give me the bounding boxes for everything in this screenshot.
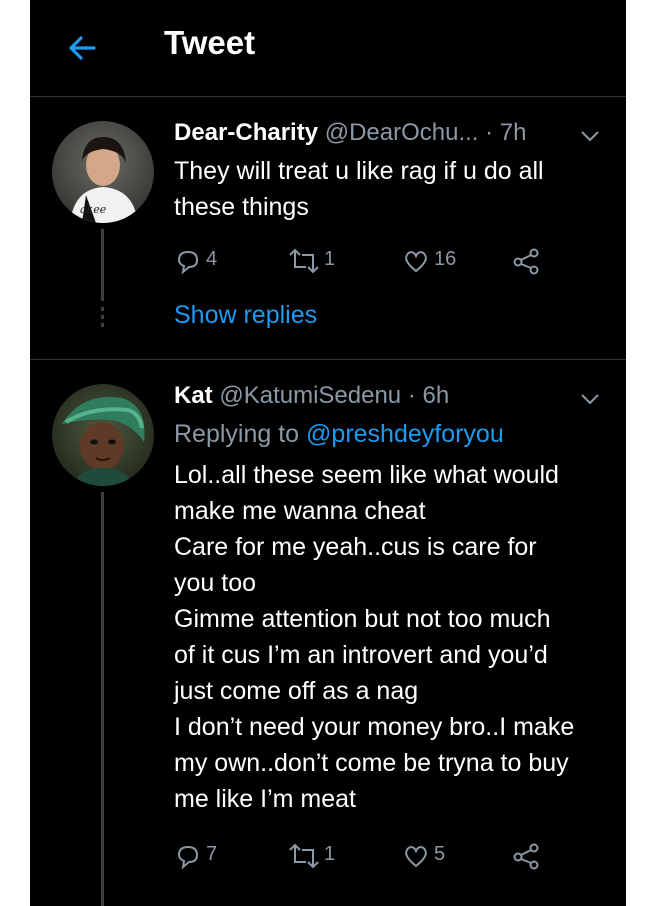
svg-text:akee: akee	[80, 203, 107, 216]
reply-button[interactable]: 4	[174, 245, 234, 275]
action-bar: 4 1 16	[174, 245, 594, 275]
share-button[interactable]	[512, 840, 546, 870]
retweet-icon	[289, 248, 319, 274]
tweet-line: just come off as a nag	[174, 677, 419, 705]
arrow-left-icon[interactable]	[64, 30, 100, 66]
display-name[interactable]: Dear-Charity	[174, 119, 318, 146]
like-button[interactable]: 5	[402, 840, 472, 870]
tweet-line: Lol..all these seem like what would	[174, 461, 559, 489]
mention-link[interactable]: @preshdeyforyou	[306, 420, 504, 448]
reply-count: 4	[206, 248, 218, 270]
chevron-down-icon[interactable]	[580, 129, 600, 143]
tweet-line: Care for me yeah..cus is care for	[174, 533, 537, 561]
action-bar: 7 1 5	[174, 840, 594, 870]
tweet-line: make me wanna cheat	[174, 497, 426, 525]
retweet-count: 1	[324, 843, 336, 865]
tweet-dear-charity[interactable]: akee Dear-Charity @DearOchu... · 7h They…	[30, 97, 626, 359]
tweet-line: Gimme attention but not too much	[174, 605, 551, 633]
retweet-count: 1	[324, 248, 336, 270]
chevron-down-icon[interactable]	[580, 392, 600, 406]
avatar[interactable]: akee	[52, 121, 154, 223]
tweet-meta: Dear-Charity @DearOchu... · 7h	[174, 119, 527, 147]
timestamp: · 6h	[407, 382, 450, 409]
replying-prefix: Replying to	[174, 420, 300, 448]
retweet-button[interactable]: 1	[286, 245, 356, 275]
replying-to: Replying to @preshdeyforyou	[174, 420, 504, 449]
reply-icon	[177, 845, 199, 870]
tweet-meta: Kat @KatumiSedenu · 6h	[174, 382, 449, 410]
reply-count: 7	[206, 843, 218, 865]
tweet-text: Lol..all these seem like what would make…	[174, 457, 614, 817]
tweet-line: They will treat u like rag if u do all	[174, 157, 544, 185]
handle[interactable]: @KatumiSedenu	[219, 382, 401, 409]
tweet-line: of it cus I’m an introvert and you’d	[174, 641, 548, 669]
tweet-line: my own..don’t come be tryna to buy	[174, 749, 569, 777]
tweet-line: you too	[174, 569, 257, 597]
display-name[interactable]: Kat	[174, 382, 213, 409]
thread-line	[101, 492, 104, 906]
page-title: Tweet	[164, 24, 256, 61]
timestamp: · 7h	[485, 119, 527, 146]
share-icon	[513, 843, 539, 870]
heart-icon	[405, 846, 427, 868]
tweet-line: I don’t need your money bro..I make	[174, 713, 575, 741]
top-bar: Tweet	[30, 0, 626, 97]
more-replies-dots	[101, 307, 104, 327]
tweet-kat[interactable]: Kat @KatumiSedenu · 6h Replying to @pres…	[30, 360, 626, 906]
like-button[interactable]: 16	[402, 245, 472, 275]
thread-line	[101, 229, 104, 301]
like-count: 5	[434, 843, 446, 865]
avatar[interactable]	[52, 384, 154, 486]
tweet-screen: Tweet akee Dear-Charity @DearOchu... · 7…	[30, 0, 626, 906]
share-button[interactable]	[512, 245, 546, 275]
reply-icon	[177, 250, 199, 275]
reply-button[interactable]: 7	[174, 840, 234, 870]
show-replies-link[interactable]: Show replies	[174, 301, 317, 330]
tweet-line: these things	[174, 193, 309, 221]
retweet-button[interactable]: 1	[286, 840, 356, 870]
like-count: 16	[434, 248, 457, 270]
handle[interactable]: @DearOchu...	[325, 119, 479, 146]
share-icon	[513, 248, 539, 275]
tweet-text: They will treat u like rag if u do all t…	[174, 153, 614, 225]
heart-icon	[405, 251, 427, 273]
tweet-line: me like I’m meat	[174, 785, 356, 813]
retweet-icon	[289, 843, 319, 869]
